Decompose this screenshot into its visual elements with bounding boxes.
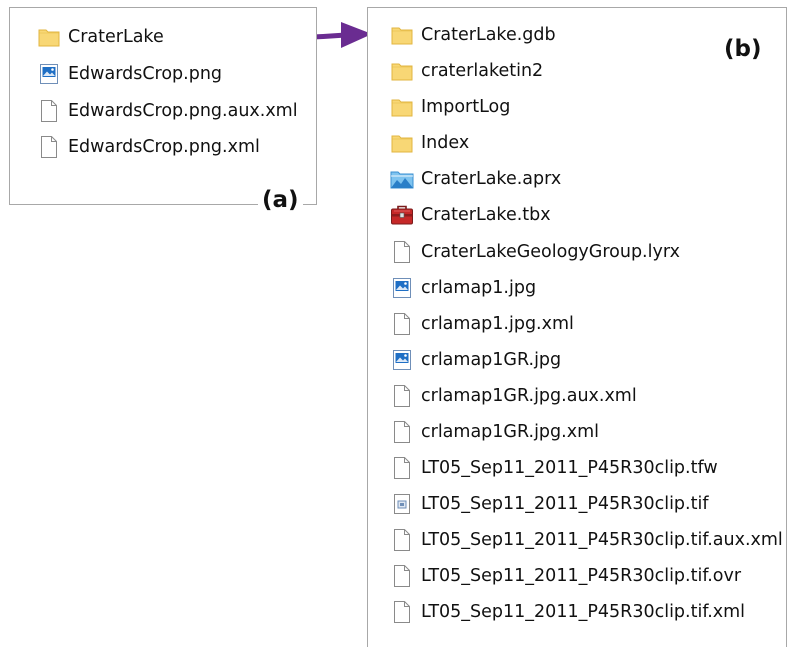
image-file-icon bbox=[390, 347, 414, 373]
file-name: CraterLake.gdb bbox=[421, 25, 556, 45]
file-name: LT05_Sep11_2011_P45R30clip.tif.ovr bbox=[421, 566, 742, 586]
file-name: CraterLake bbox=[68, 27, 164, 47]
document-icon bbox=[37, 98, 61, 124]
raster-file-icon bbox=[390, 491, 414, 517]
file-name: crlamap1GR.jpg.aux.xml bbox=[421, 386, 637, 406]
document-icon bbox=[390, 383, 414, 409]
folder-icon bbox=[390, 130, 414, 156]
document-icon bbox=[390, 527, 414, 553]
file-item[interactable]: EdwardsCrop.png.aux.xml bbox=[37, 96, 298, 126]
file-name: CraterLake.aprx bbox=[421, 169, 562, 189]
panel-label-b: (b) bbox=[720, 36, 766, 62]
file-item[interactable]: craterlaketin2 bbox=[390, 56, 543, 86]
folder-icon bbox=[390, 58, 414, 84]
file-item[interactable]: LT05_Sep11_2011_P45R30clip.tfw bbox=[390, 453, 718, 483]
image-file-icon bbox=[390, 275, 414, 301]
file-name: ImportLog bbox=[421, 97, 511, 117]
file-item[interactable]: crlamap1GR.jpg bbox=[390, 345, 561, 375]
document-icon bbox=[390, 311, 414, 337]
folder-icon bbox=[390, 22, 414, 48]
file-item[interactable]: ImportLog bbox=[390, 92, 510, 122]
file-item[interactable]: crlamap1.jpg.xml bbox=[390, 309, 574, 339]
file-item[interactable]: CraterLake bbox=[37, 22, 164, 52]
file-name: craterlaketin2 bbox=[421, 61, 544, 81]
file-item[interactable]: CraterLake.aprx bbox=[390, 164, 561, 194]
file-name: Index bbox=[421, 133, 470, 153]
document-icon bbox=[390, 563, 414, 589]
panel-label-a: (a) bbox=[258, 187, 303, 213]
file-name: crlamap1.jpg bbox=[421, 278, 537, 298]
document-icon bbox=[37, 134, 61, 160]
file-name: LT05_Sep11_2011_P45R30clip.tif bbox=[421, 494, 709, 514]
folder-view-before: CraterLake EdwardsCrop.png EdwardsCrop.p… bbox=[9, 7, 317, 205]
file-name: LT05_Sep11_2011_P45R30clip.tif.xml bbox=[421, 602, 746, 622]
file-item[interactable]: CraterLake.tbx bbox=[390, 200, 551, 230]
image-file-icon bbox=[37, 61, 61, 87]
file-item[interactable]: LT05_Sep11_2011_P45R30clip.tif.ovr bbox=[390, 561, 741, 591]
file-item[interactable]: crlamap1.jpg bbox=[390, 273, 536, 303]
document-icon bbox=[390, 599, 414, 625]
file-name: crlamap1GR.jpg bbox=[421, 350, 562, 370]
file-item[interactable]: EdwardsCrop.png.xml bbox=[37, 132, 260, 162]
document-icon bbox=[390, 419, 414, 445]
file-item[interactable]: crlamap1GR.jpg.aux.xml bbox=[390, 381, 637, 411]
file-name: EdwardsCrop.png bbox=[68, 64, 223, 84]
file-item[interactable]: crlamap1GR.jpg.xml bbox=[390, 417, 599, 447]
file-item[interactable]: CraterLake.gdb bbox=[390, 20, 556, 50]
file-name: LT05_Sep11_2011_P45R30clip.tif.aux.xml bbox=[421, 530, 783, 550]
file-name: crlamap1.jpg.xml bbox=[421, 314, 574, 334]
file-name: crlamap1GR.jpg.xml bbox=[421, 422, 599, 442]
folder-icon bbox=[37, 24, 61, 50]
file-name: EdwardsCrop.png.aux.xml bbox=[68, 101, 298, 121]
file-item[interactable]: Index bbox=[390, 128, 469, 158]
file-name: CraterLake.tbx bbox=[421, 205, 551, 225]
file-name: CraterLakeGeologyGroup.lyrx bbox=[421, 242, 680, 262]
document-icon bbox=[390, 455, 414, 481]
folder-icon bbox=[390, 94, 414, 120]
file-item[interactable]: CraterLakeGeologyGroup.lyrx bbox=[390, 237, 680, 267]
file-item[interactable]: LT05_Sep11_2011_P45R30clip.tif.xml bbox=[390, 597, 745, 627]
file-item[interactable]: LT05_Sep11_2011_P45R30clip.tif bbox=[390, 489, 709, 519]
folder-view-after: CraterLake.gdb craterlaketin2 ImportLog … bbox=[367, 7, 787, 647]
document-icon bbox=[390, 239, 414, 265]
file-item[interactable]: EdwardsCrop.png bbox=[37, 59, 222, 89]
file-name: EdwardsCrop.png.xml bbox=[68, 137, 260, 157]
file-item[interactable]: LT05_Sep11_2011_P45R30clip.tif.aux.xml bbox=[390, 525, 783, 555]
file-name: LT05_Sep11_2011_P45R30clip.tfw bbox=[421, 458, 718, 478]
arcgis-project-icon bbox=[390, 166, 414, 192]
toolbox-icon bbox=[390, 202, 414, 228]
